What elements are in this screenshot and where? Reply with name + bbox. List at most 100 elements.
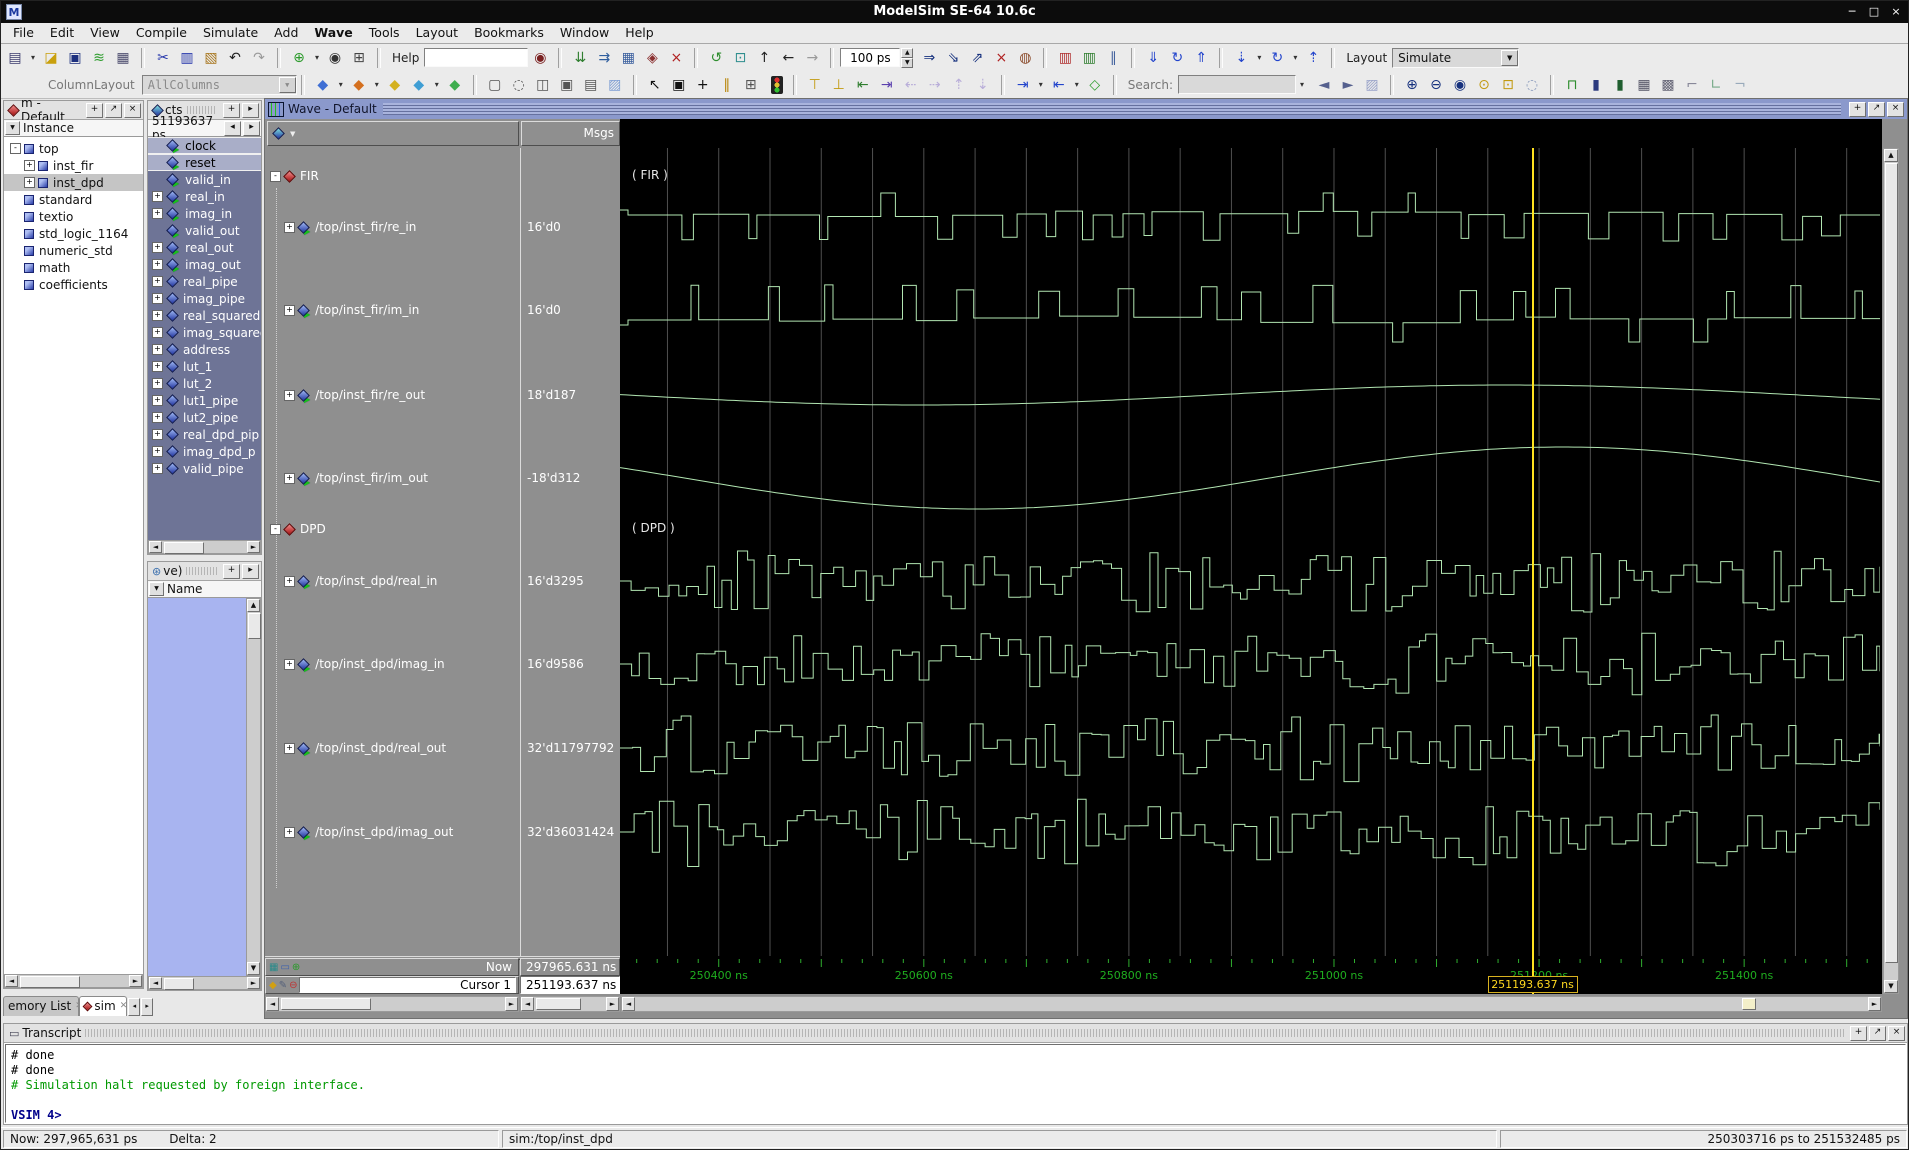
objects-item-valid_out[interactable]: ▶valid_out	[148, 222, 261, 239]
signal-expand-icon[interactable]: +	[284, 305, 295, 316]
pause-icon[interactable]: ∥	[1102, 47, 1124, 69]
spin-up-icon[interactable]: ▲	[901, 48, 913, 58]
add-to-log-icon[interactable]: ◆	[384, 74, 406, 96]
add-selected-to-wave-icon[interactable]: ◆	[312, 74, 334, 96]
next-transition-icon[interactable]: ⇥	[876, 74, 898, 96]
menu-item-simulate[interactable]: Simulate	[195, 23, 266, 40]
signal-expand-icon[interactable]: +	[152, 344, 163, 355]
tree-expand-icon[interactable]: +	[24, 177, 35, 188]
align-left-icon[interactable]: ⇥	[1012, 74, 1034, 96]
list-caret-icon[interactable]: ▾	[372, 74, 382, 96]
scroll-thumb[interactable]	[1742, 998, 1756, 1010]
wrench-icon[interactable]: ✎	[279, 980, 287, 991]
objects-item-valid_in[interactable]: ▶valid_in	[148, 171, 261, 188]
active-panel-grip[interactable]	[186, 567, 217, 575]
chevron-down-icon[interactable]: ▼	[279, 77, 296, 93]
remove-cursor-icon[interactable]: ⊖	[289, 980, 297, 991]
menu-item-view[interactable]: View	[82, 23, 128, 40]
signal-expand-icon[interactable]: +	[152, 446, 163, 457]
scroll-thumb[interactable]	[164, 542, 204, 554]
pattern-a-icon[interactable]: ▩	[1657, 74, 1679, 96]
active-panel-content[interactable]: ▲ ▼	[148, 598, 261, 976]
menu-item-file[interactable]: File	[5, 23, 42, 40]
scroll-right-icon[interactable]: ►	[129, 975, 142, 987]
align-left-caret-icon[interactable]: ▾	[1036, 74, 1046, 96]
signal-expand-icon[interactable]: +	[284, 576, 295, 587]
objects-item-reset[interactable]: ▶reset	[148, 154, 261, 171]
signal-expand-icon[interactable]: +	[152, 327, 163, 338]
goto-refresh-caret-icon[interactable]: ▾	[1290, 47, 1300, 69]
menu-item-wave[interactable]: Wave	[306, 23, 360, 40]
wave-undock-button[interactable]: ↗	[1868, 102, 1885, 117]
wave-close-button[interactable]: ×	[1887, 102, 1904, 117]
step-over-icon[interactable]: ⇗	[966, 47, 988, 69]
prev-transition-icon[interactable]: ⇤	[852, 74, 874, 96]
menu-item-help[interactable]: Help	[617, 23, 662, 40]
wave-hscrollbar[interactable]: ◄ ►	[621, 996, 1882, 1012]
columnlayout-select[interactable]: AllColumns▼	[142, 75, 297, 95]
sidebar-item-coefficients[interactable]: coefficients	[4, 276, 143, 293]
forward-icon[interactable]: →	[801, 47, 823, 69]
objects-item-imag_squared[interactable]: +imag_squared	[148, 324, 261, 341]
goto-down-caret-icon[interactable]: ▾	[1254, 47, 1264, 69]
signal-expand-icon[interactable]: +	[152, 259, 163, 270]
tab-sim[interactable]: sim ✕	[79, 996, 127, 1016]
expanded-time-event-icon[interactable]: ▮	[1609, 74, 1631, 96]
wave-caret-icon[interactable]: ▾	[336, 74, 346, 96]
objects-prev-icon[interactable]: ◂	[224, 121, 241, 136]
transcript-close-button[interactable]: ×	[1888, 1026, 1905, 1041]
goto-refresh-icon[interactable]: ↻	[1266, 47, 1288, 69]
transcript-titlebar[interactable]: ▭ Transcript + ↗ ×	[4, 1024, 1907, 1043]
active-panel-titlebar[interactable]: ⊛ ve) + ▸	[148, 562, 261, 581]
active-hscrollbar[interactable]: ◄ ►	[148, 976, 261, 990]
goto-down-icon[interactable]: ⇣	[1230, 47, 1252, 69]
expand-up-icon[interactable]: ⇑	[1190, 47, 1212, 69]
objects-hscrollbar[interactable]: ◄ ►	[148, 540, 261, 554]
list-view-icon[interactable]: ▤	[580, 74, 602, 96]
signal-expand-icon[interactable]: +	[152, 310, 163, 321]
sidebar-item-textio[interactable]: textio	[4, 208, 143, 225]
grid-mode-icon[interactable]: ▦	[269, 962, 278, 973]
select-none-icon[interactable]: ▢	[484, 74, 506, 96]
tabs-scroll-right-icon[interactable]: ▸	[141, 998, 153, 1016]
objects-item-imag_dpd_p[interactable]: +imag_dpd_p	[148, 443, 261, 460]
pattern-c-icon[interactable]: ∟	[1705, 74, 1727, 96]
zoom-cursor-icon[interactable]: ⊙	[1473, 74, 1495, 96]
scroll-up-icon[interactable]: ▲	[1884, 149, 1898, 162]
objects-item-lut1_pipe[interactable]: +lut1_pipe	[148, 392, 261, 409]
tree-expand-icon[interactable]: +	[24, 160, 35, 171]
wave-refresh-icon[interactable]: ↻	[1166, 47, 1188, 69]
search-all-icon[interactable]: ▨	[1361, 74, 1383, 96]
format-caret-icon[interactable]: ▾	[432, 74, 442, 96]
simulate-icon[interactable]: ▦	[617, 47, 639, 69]
signal-expand-icon[interactable]: +	[284, 390, 295, 401]
redo-icon[interactable]: ↷	[248, 47, 270, 69]
wave-signal-row[interactable]: +▶/top/inst_dpd/imag_in	[265, 655, 445, 673]
compile-all-icon[interactable]: ⇉	[593, 47, 615, 69]
cursor-line[interactable]	[1532, 148, 1534, 994]
objects-item-lut_2[interactable]: +lut_2	[148, 375, 261, 392]
zoom-out-icon[interactable]: ⊖	[1425, 74, 1447, 96]
scroll-left-icon[interactable]: ◄	[622, 997, 635, 1011]
wave-signal-row[interactable]: +▶/top/inst_dpd/real_out	[265, 739, 446, 757]
menu-item-compile[interactable]: Compile	[128, 23, 195, 40]
active-more-button[interactable]: ▸	[242, 564, 259, 579]
signal-expand-icon[interactable]: +	[284, 827, 295, 838]
new-document-icon[interactable]: ▤	[4, 47, 26, 69]
signal-expand-icon[interactable]: +	[152, 242, 163, 253]
objects-more-button[interactable]: ▸	[242, 103, 259, 118]
save-format-icon[interactable]: ◆	[408, 74, 430, 96]
wave-vscrollbar[interactable]: ▲ ▼	[1883, 148, 1899, 994]
scroll-thumb[interactable]	[20, 976, 80, 988]
signal-expand-icon[interactable]: +	[152, 378, 163, 389]
run-length-input[interactable]	[840, 48, 900, 67]
menu-item-edit[interactable]: Edit	[42, 23, 82, 40]
tabs-scroll-left-icon[interactable]: ◂	[128, 998, 140, 1016]
signal-expand-icon[interactable]: +	[152, 208, 163, 219]
add-time-icon[interactable]: ⊕	[292, 962, 300, 973]
wave-titlebar[interactable]: Wave - Default + ↗ ×	[265, 99, 1907, 119]
sidebar-item-math[interactable]: math	[4, 259, 143, 276]
step-icon[interactable]: ⇘	[942, 47, 964, 69]
spin-down-icon[interactable]: ▼	[901, 58, 913, 68]
transcript-grip[interactable]	[85, 1029, 1844, 1037]
